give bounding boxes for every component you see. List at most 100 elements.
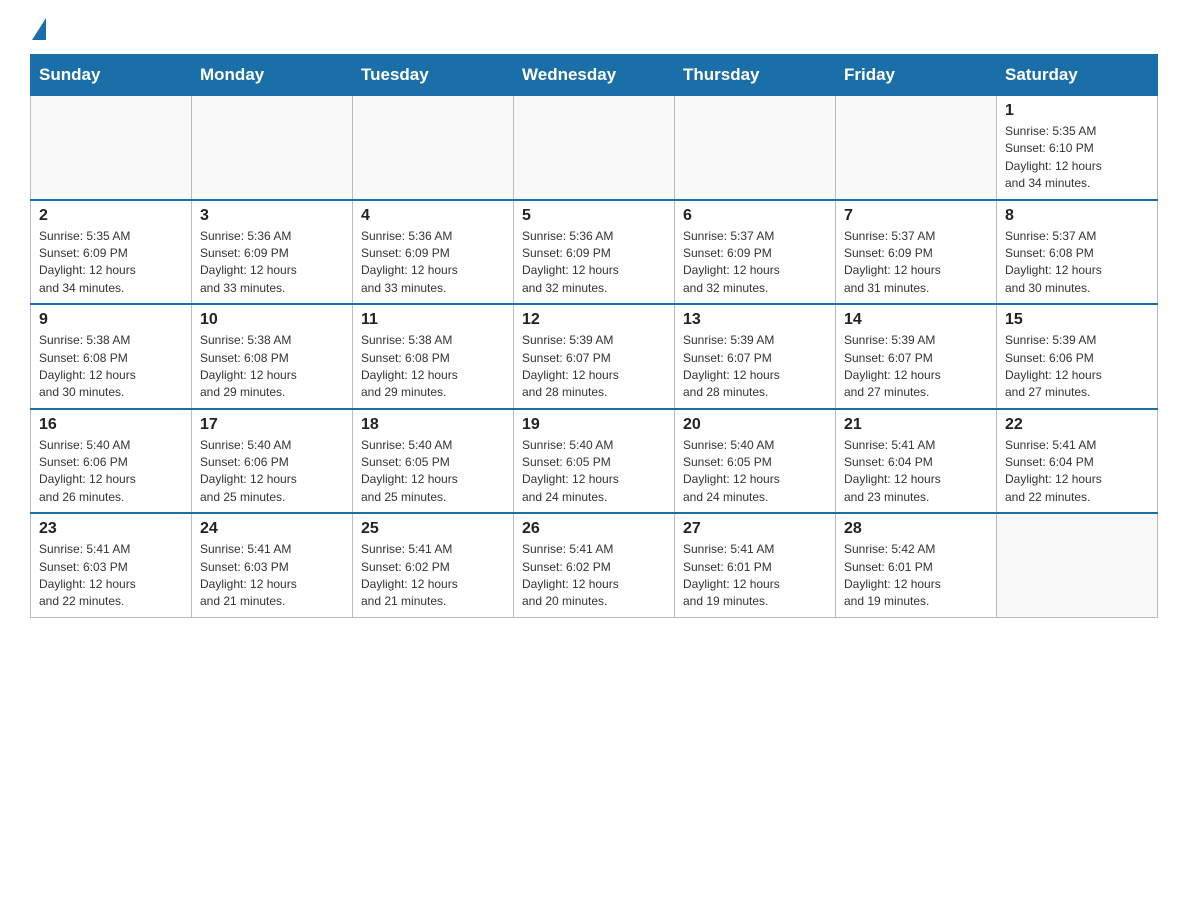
calendar-cell [997,513,1158,617]
day-info: Sunrise: 5:41 AM Sunset: 6:02 PM Dayligh… [361,542,458,608]
day-number: 17 [200,416,344,434]
calendar-week-row: 16 Sunrise: 5:40 AM Sunset: 6:06 PM Dayli… [31,409,1158,514]
day-number: 9 [39,311,183,329]
day-info: Sunrise: 5:38 AM Sunset: 6:08 PM Dayligh… [39,333,136,399]
weekday-monday: Monday [192,55,353,96]
calendar-cell [675,96,836,200]
calendar-cell: 9 Sunrise: 5:38 AM Sunset: 6:08 PM Daylig… [31,304,192,409]
day-number: 20 [683,416,827,434]
calendar-cell: 10Sunrise: 5:38 AM Sunset: 6:08 PM Dayli… [192,304,353,409]
weekday-header-row: SundayMondayTuesdayWednesdayThursdayFrid… [31,55,1158,96]
day-number: 4 [361,207,505,225]
day-number: 6 [683,207,827,225]
day-info: Sunrise: 5:37 AM Sunset: 6:09 PM Dayligh… [683,229,780,295]
calendar-cell: 5 Sunrise: 5:36 AM Sunset: 6:09 PM Daylig… [514,200,675,305]
day-info: Sunrise: 5:37 AM Sunset: 6:08 PM Dayligh… [1005,229,1102,295]
calendar-cell [192,96,353,200]
weekday-tuesday: Tuesday [353,55,514,96]
calendar-cell: 19 Sunrise: 5:40 AM Sunset: 6:05 PM Dayli… [514,409,675,514]
day-number: 3 [200,207,344,225]
day-number: 2 [39,207,183,225]
day-number: 23 [39,520,183,538]
day-number: 1 [1005,102,1149,120]
weekday-friday: Friday [836,55,997,96]
calendar-week-row: 1 Sunrise: 5:35 AM Sunset: 6:10 PM Daylig… [31,96,1158,200]
day-info: Sunrise: 5:40 AM Sunset: 6:05 PM Dayligh… [683,438,780,504]
day-number: 12 [522,311,666,329]
calendar-cell: 14 Sunrise: 5:39 AM Sunset: 6:07 PM Dayli… [836,304,997,409]
day-info: Sunrise: 5:39 AM Sunset: 6:07 PM Dayligh… [683,333,780,399]
day-number: 16 [39,416,183,434]
day-number: 25 [361,520,505,538]
calendar-cell: 28Sunrise: 5:42 AM Sunset: 6:01 PM Dayli… [836,513,997,617]
calendar-cell [31,96,192,200]
day-number: 5 [522,207,666,225]
day-number: 18 [361,416,505,434]
weekday-thursday: Thursday [675,55,836,96]
day-number: 13 [683,311,827,329]
calendar-cell: 25 Sunrise: 5:41 AM Sunset: 6:02 PM Dayli… [353,513,514,617]
logo-triangle-icon [32,18,46,40]
day-number: 26 [522,520,666,538]
weekday-wednesday: Wednesday [514,55,675,96]
weekday-sunday: Sunday [31,55,192,96]
day-info: Sunrise: 5:36 AM Sunset: 6:09 PM Dayligh… [522,229,619,295]
calendar-cell: 15 Sunrise: 5:39 AM Sunset: 6:06 PM Dayli… [997,304,1158,409]
day-number: 21 [844,416,988,434]
calendar-cell: 22Sunrise: 5:41 AM Sunset: 6:04 PM Dayli… [997,409,1158,514]
calendar-cell: 3 Sunrise: 5:36 AM Sunset: 6:09 PM Daylig… [192,200,353,305]
day-info: Sunrise: 5:41 AM Sunset: 6:03 PM Dayligh… [39,542,136,608]
day-info: Sunrise: 5:35 AM Sunset: 6:10 PM Dayligh… [1005,124,1102,190]
calendar-cell: 24Sunrise: 5:41 AM Sunset: 6:03 PM Dayli… [192,513,353,617]
calendar-cell: 20 Sunrise: 5:40 AM Sunset: 6:05 PM Dayli… [675,409,836,514]
calendar-cell [836,96,997,200]
calendar-cell: 21 Sunrise: 5:41 AM Sunset: 6:04 PM Dayli… [836,409,997,514]
calendar-cell: 17 Sunrise: 5:40 AM Sunset: 6:06 PM Dayli… [192,409,353,514]
page-header [30,20,1158,38]
calendar-cell: 6 Sunrise: 5:37 AM Sunset: 6:09 PM Daylig… [675,200,836,305]
day-number: 22 [1005,416,1149,434]
day-info: Sunrise: 5:40 AM Sunset: 6:06 PM Dayligh… [200,438,297,504]
calendar-cell: 27 Sunrise: 5:41 AM Sunset: 6:01 PM Dayli… [675,513,836,617]
day-info: Sunrise: 5:36 AM Sunset: 6:09 PM Dayligh… [361,229,458,295]
day-number: 27 [683,520,827,538]
day-info: Sunrise: 5:39 AM Sunset: 6:07 PM Dayligh… [844,333,941,399]
calendar-cell: 18 Sunrise: 5:40 AM Sunset: 6:05 PM Dayli… [353,409,514,514]
day-number: 7 [844,207,988,225]
calendar-cell: 11 Sunrise: 5:38 AM Sunset: 6:08 PM Dayli… [353,304,514,409]
day-number: 15 [1005,311,1149,329]
day-number: 14 [844,311,988,329]
calendar-cell: 12 Sunrise: 5:39 AM Sunset: 6:07 PM Dayli… [514,304,675,409]
calendar-cell: 16 Sunrise: 5:40 AM Sunset: 6:06 PM Dayli… [31,409,192,514]
day-info: Sunrise: 5:37 AM Sunset: 6:09 PM Dayligh… [844,229,941,295]
day-number: 11 [361,311,505,329]
day-info: Sunrise: 5:41 AM Sunset: 6:02 PM Dayligh… [522,542,619,608]
calendar-cell: 1 Sunrise: 5:35 AM Sunset: 6:10 PM Daylig… [997,96,1158,200]
day-info: Sunrise: 5:39 AM Sunset: 6:06 PM Dayligh… [1005,333,1102,399]
day-info: Sunrise: 5:40 AM Sunset: 6:06 PM Dayligh… [39,438,136,504]
calendar-week-row: 2 Sunrise: 5:35 AM Sunset: 6:09 PM Daylig… [31,200,1158,305]
calendar-week-row: 23 Sunrise: 5:41 AM Sunset: 6:03 PM Dayli… [31,513,1158,617]
day-info: Sunrise: 5:38 AM Sunset: 6:08 PM Dayligh… [361,333,458,399]
day-info: Sunrise: 5:41 AM Sunset: 6:04 PM Dayligh… [844,438,941,504]
calendar-cell [353,96,514,200]
calendar-table: SundayMondayTuesdayWednesdayThursdayFrid… [30,54,1158,618]
calendar-cell: 8 Sunrise: 5:37 AM Sunset: 6:08 PM Daylig… [997,200,1158,305]
day-number: 28 [844,520,988,538]
calendar-cell: 26 Sunrise: 5:41 AM Sunset: 6:02 PM Dayli… [514,513,675,617]
calendar-cell: 13 Sunrise: 5:39 AM Sunset: 6:07 PM Dayli… [675,304,836,409]
logo [30,20,46,38]
day-info: Sunrise: 5:40 AM Sunset: 6:05 PM Dayligh… [361,438,458,504]
calendar-cell: 23 Sunrise: 5:41 AM Sunset: 6:03 PM Dayli… [31,513,192,617]
day-info: Sunrise: 5:39 AM Sunset: 6:07 PM Dayligh… [522,333,619,399]
weekday-saturday: Saturday [997,55,1158,96]
calendar-cell [514,96,675,200]
day-number: 19 [522,416,666,434]
day-info: Sunrise: 5:41 AM Sunset: 6:01 PM Dayligh… [683,542,780,608]
day-info: Sunrise: 5:36 AM Sunset: 6:09 PM Dayligh… [200,229,297,295]
day-info: Sunrise: 5:40 AM Sunset: 6:05 PM Dayligh… [522,438,619,504]
calendar-week-row: 9 Sunrise: 5:38 AM Sunset: 6:08 PM Daylig… [31,304,1158,409]
day-number: 8 [1005,207,1149,225]
day-info: Sunrise: 5:38 AM Sunset: 6:08 PM Dayligh… [200,333,297,399]
day-info: Sunrise: 5:35 AM Sunset: 6:09 PM Dayligh… [39,229,136,295]
